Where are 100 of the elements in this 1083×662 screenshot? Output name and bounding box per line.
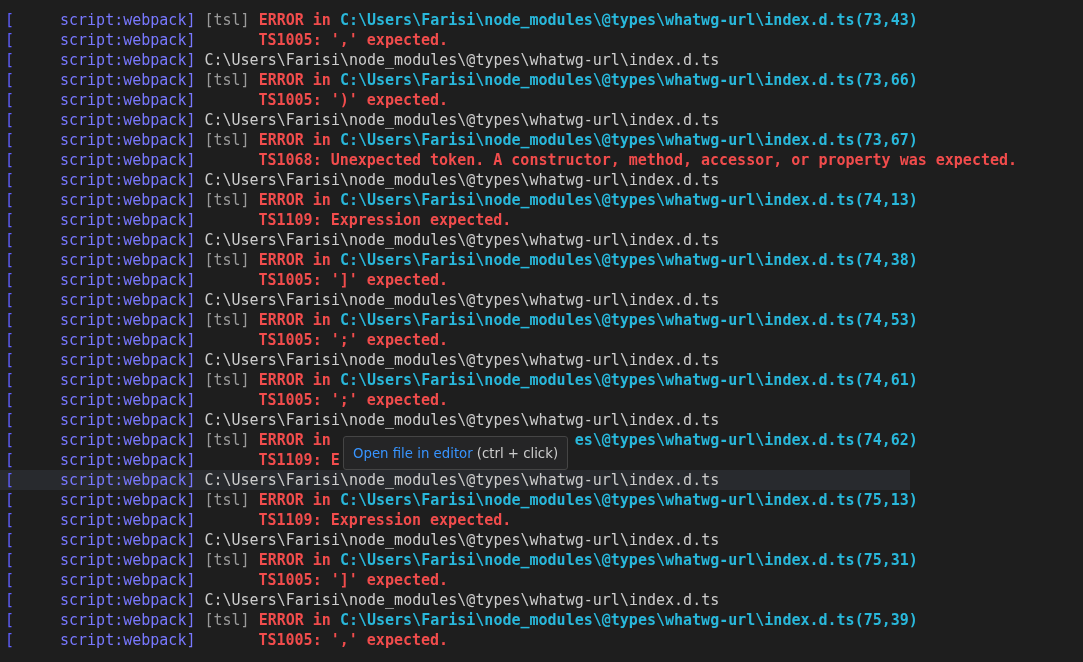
source-label: script:webpack] — [60, 590, 196, 610]
source-label: script:webpack] — [60, 30, 196, 50]
file-link[interactable]: es\@types\whatwg-url\index.d.ts(74,62) — [574, 430, 918, 450]
bracket-mark: [ — [4, 150, 16, 170]
bracket-mark: [ — [4, 50, 16, 70]
bracket-mark: [ — [4, 450, 16, 470]
log-tag: [tsl] — [204, 490, 250, 510]
bracket-mark: [ — [4, 70, 16, 90]
error-message: TS1109: Expression expected. — [258, 510, 512, 530]
source-label: script:webpack] — [60, 130, 196, 150]
file-path: C:\Users\Farisi\node_modules\@types\whatwg-url\index.d.ts — [204, 590, 720, 610]
bracket-mark: [ — [4, 250, 16, 270]
bracket-mark: [ — [4, 590, 16, 610]
source-label: script:webpack] — [60, 470, 196, 490]
source-label: script:webpack] — [60, 310, 196, 330]
bracket-mark: [ — [4, 210, 16, 230]
source-label: script:webpack] — [60, 150, 196, 170]
bracket-mark: [ — [4, 170, 16, 190]
file-path: C:\Users\Farisi\node_modules\@types\whatwg-url\index.d.ts — [204, 410, 720, 430]
file-path: C:\Users\Farisi\node_modules\@types\whatwg-url\index.d.ts — [204, 170, 720, 190]
tooltip-hint: (ctrl + click) — [476, 445, 559, 461]
source-label: script:webpack] — [60, 90, 196, 110]
bracket-mark: [ — [4, 90, 16, 110]
source-label: script:webpack] — [60, 430, 196, 450]
file-path: C:\Users\Farisi\node_modules\@types\whatwg-url\index.d.ts — [204, 530, 720, 550]
bracket-mark: [ — [4, 510, 16, 530]
bracket-mark: [ — [4, 230, 16, 250]
source-label: script:webpack] — [60, 190, 196, 210]
file-link[interactable]: C:\Users\Farisi\node_modules\@types\whatwg-url\index.d.ts(75,31) — [339, 550, 918, 570]
tooltip-link[interactable]: Open file in editor — [353, 445, 473, 461]
error-label: ERROR in — [258, 550, 331, 570]
source-label: script:webpack] — [60, 290, 196, 310]
error-message: TS1005: ',' expected. — [258, 30, 449, 50]
bracket-mark: [ — [4, 530, 16, 550]
log-tag: [tsl] — [204, 250, 250, 270]
bracket-mark: [ — [4, 470, 16, 490]
bracket-mark: [ — [4, 370, 16, 390]
source-label: script:webpack] — [60, 610, 196, 630]
file-link[interactable]: C:\Users\Farisi\node_modules\@types\whatwg-url\index.d.ts(73,43) — [339, 10, 918, 30]
error-label: ERROR in — [258, 430, 331, 450]
source-label: script:webpack] — [60, 170, 196, 190]
log-tag: [tsl] — [204, 370, 250, 390]
error-label: ERROR in — [258, 70, 331, 90]
source-label: script:webpack] — [60, 410, 196, 430]
error-label: ERROR in — [258, 490, 331, 510]
file-path: C:\Users\Farisi\node_modules\@types\whatwg-url\index.d.ts — [204, 230, 720, 250]
bracket-mark: [ — [4, 270, 16, 290]
source-label: script:webpack] — [60, 530, 196, 550]
source-label: script:webpack] — [60, 50, 196, 70]
bracket-mark: [ — [4, 410, 16, 430]
source-label: script:webpack] — [60, 370, 196, 390]
bracket-mark: [ — [4, 310, 16, 330]
file-path: C:\Users\Farisi\node_modules\@types\whatwg-url\index.d.ts — [204, 470, 720, 490]
log-tag: [tsl] — [204, 310, 250, 330]
log-tag: [tsl] — [204, 10, 250, 30]
error-message: TS1005: ';' expected. — [258, 390, 449, 410]
error-message: TS1005: ']' expected. — [258, 570, 449, 590]
log-tag: [tsl] — [204, 190, 250, 210]
file-link[interactable]: C:\Users\Farisi\node_modules\@types\whatwg-url\index.d.ts(75,39) — [339, 610, 918, 630]
file-path: C:\Users\Farisi\node_modules\@types\whatwg-url\index.d.ts — [204, 50, 720, 70]
error-label: ERROR in — [258, 10, 331, 30]
bracket-mark: [ — [4, 610, 16, 630]
file-link[interactable]: C:\Users\Farisi\node_modules\@types\whatwg-url\index.d.ts(74,61) — [339, 370, 918, 390]
bracket-mark: [ — [4, 10, 16, 30]
source-label: script:webpack] — [60, 70, 196, 90]
bracket-mark: [ — [4, 350, 16, 370]
source-label: script:webpack] — [60, 270, 196, 290]
source-label: script:webpack] — [60, 330, 196, 350]
error-message: TS1005: ',' expected. — [258, 630, 449, 650]
error-label: ERROR in — [258, 310, 331, 330]
bracket-mark: [ — [4, 30, 16, 50]
error-message: TS1109: E — [258, 450, 340, 470]
bracket-mark: [ — [4, 550, 16, 570]
bracket-mark: [ — [4, 630, 16, 650]
error-message: TS1005: ']' expected. — [258, 270, 449, 290]
error-message: TS1005: ';' expected. — [258, 330, 449, 350]
bracket-mark: [ — [4, 130, 16, 150]
error-message: TS1005: ')' expected. — [258, 90, 449, 110]
file-link[interactable]: C:\Users\Farisi\node_modules\@types\whatwg-url\index.d.ts(73,66) — [339, 70, 918, 90]
error-label: ERROR in — [258, 130, 331, 150]
error-label: ERROR in — [258, 250, 331, 270]
file-link[interactable]: C:\Users\Farisi\node_modules\@types\whatwg-url\index.d.ts(74,13) — [339, 190, 918, 210]
bracket-mark: [ — [4, 190, 16, 210]
source-label: script:webpack] — [60, 390, 196, 410]
file-link[interactable]: C:\Users\Farisi\node_modules\@types\whatwg-url\index.d.ts(74,38) — [339, 250, 918, 270]
file-link[interactable]: C:\Users\Farisi\node_modules\@types\whatwg-url\index.d.ts(75,13) — [339, 490, 918, 510]
bracket-mark: [ — [4, 110, 16, 130]
bracket-mark: [ — [4, 430, 16, 450]
file-path: C:\Users\Farisi\node_modules\@types\whatwg-url\index.d.ts — [204, 350, 720, 370]
file-link[interactable]: C:\Users\Farisi\node_modules\@types\whatwg-url\index.d.ts(74,53) — [339, 310, 918, 330]
file-link[interactable]: C:\Users\Farisi\node_modules\@types\whatwg-url\index.d.ts(73,67) — [339, 130, 918, 150]
source-label: script:webpack] — [60, 550, 196, 570]
log-tag: [tsl] — [204, 70, 250, 90]
error-label: ERROR in — [258, 190, 331, 210]
source-label: script:webpack] — [60, 10, 196, 30]
source-label: script:webpack] — [60, 570, 196, 590]
error-label: ERROR in — [258, 610, 331, 630]
bracket-mark: [ — [4, 390, 16, 410]
file-path: C:\Users\Farisi\node_modules\@types\whatwg-url\index.d.ts — [204, 290, 720, 310]
source-label: script:webpack] — [60, 110, 196, 130]
